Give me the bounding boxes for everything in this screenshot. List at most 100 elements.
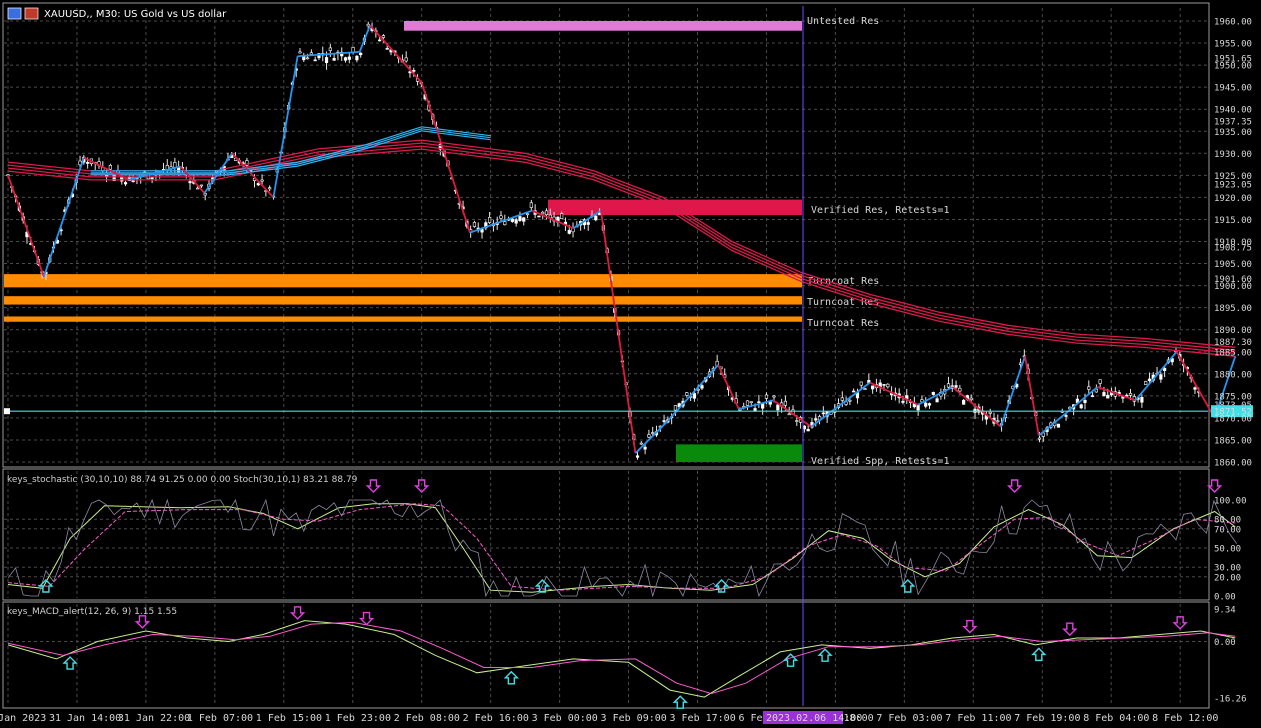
- candle-body: [635, 455, 640, 458]
- zigzag-segment: [717, 364, 740, 410]
- candle-body: [123, 182, 128, 185]
- stoch-title: keys_stochastic (30,10,10) 88.74 91.25 0…: [7, 475, 358, 485]
- price-tick-label: 1915.00: [1214, 216, 1252, 226]
- candle-body: [1102, 392, 1106, 397]
- candle-body: [764, 394, 769, 399]
- indicator-layer: [7, 479, 1238, 709]
- stoch-tick-label: 20.00: [1214, 573, 1241, 583]
- candle-body: [586, 222, 590, 225]
- chart-type-icon[interactable]: [7, 7, 22, 20]
- candle-body: [954, 385, 958, 388]
- zone-turncoat: [4, 316, 802, 322]
- candle-body: [924, 402, 928, 407]
- price-tick-label: 1950.00: [1214, 62, 1252, 72]
- zigzag-segment: [952, 386, 1002, 428]
- candle-body: [328, 47, 332, 51]
- zigzag-segment: [772, 399, 812, 428]
- candle-body: [962, 399, 966, 405]
- candle-body: [188, 181, 192, 184]
- zigzag-segment: [272, 56, 299, 198]
- main-panel-frame: [2, 2, 1210, 468]
- stoch-sell-arrow: [1206, 479, 1223, 493]
- candle-body: [882, 384, 886, 386]
- macd-buy-arrow: [62, 656, 78, 670]
- candle-body: [1087, 386, 1091, 390]
- candle-body: [1064, 415, 1068, 417]
- zone-label: Verified Spp, Retests=1: [811, 456, 949, 467]
- candle-body: [1128, 393, 1133, 396]
- candle-body: [1090, 395, 1095, 397]
- price-tick-label: 1945.00: [1214, 84, 1252, 94]
- candle-body: [673, 405, 678, 411]
- bars-icon[interactable]: [24, 7, 39, 20]
- candle-body: [313, 59, 317, 62]
- time-tick-label: 7 Feb 03:00: [876, 713, 942, 724]
- zigzag-segment: [1000, 355, 1026, 428]
- candle-body: [594, 215, 598, 221]
- candle-body: [347, 56, 351, 60]
- candle-body: [381, 35, 386, 38]
- stoch-tick-label: 100.00: [1214, 497, 1247, 507]
- candle-body: [821, 412, 825, 415]
- candle-body: [814, 418, 818, 421]
- candle-body: [795, 420, 799, 422]
- candle-body: [332, 58, 336, 61]
- time-tick-label: 2 Feb 16:00: [463, 713, 529, 724]
- macd-sell-arrow: [358, 611, 375, 626]
- time-tick-label: 31 Jan 2023: [0, 713, 46, 724]
- zigzag-segment: [369, 24, 423, 84]
- candle-body: [480, 229, 484, 233]
- candle-body: [1163, 367, 1167, 371]
- price-tick-label: 1905.00: [1214, 260, 1252, 270]
- candle-body: [385, 48, 389, 50]
- price-tick-label: 1908.75: [1214, 244, 1252, 254]
- candle-body: [173, 162, 177, 168]
- candle-body: [639, 442, 643, 445]
- zigzag-segment: [600, 210, 637, 454]
- candle-body: [404, 57, 408, 62]
- stoch-tick-label: 50.00: [1214, 545, 1241, 555]
- candle-body: [544, 210, 549, 216]
- candle-body: [1079, 404, 1083, 409]
- candle-body: [852, 390, 856, 393]
- time-tick-label: 7 Feb 11:00: [945, 713, 1011, 724]
- time-tick-label: 7 Feb 19:00: [1014, 713, 1080, 724]
- ma-line: [7, 145, 1236, 354]
- candle-body: [108, 165, 112, 170]
- candle-body: [1056, 423, 1061, 428]
- chart-title: XAUUSD,, M30: US Gold vs US dollar: [7, 7, 227, 20]
- cursor-time-label: 2023.02.06 14:00: [766, 713, 862, 724]
- price-tick-label: 1923.05: [1214, 180, 1252, 190]
- candle-body: [298, 51, 302, 54]
- chart-canvas[interactable]: Untested Res Verified Res, Retests=1 Turnc…: [0, 0, 1261, 728]
- candle-body: [871, 385, 875, 390]
- zigzag-segment: [665, 364, 719, 423]
- stoch-panel-frame: [2, 468, 1210, 601]
- price-line-handle: [4, 408, 10, 415]
- macd-buy-arrow: [503, 670, 520, 685]
- candle-body: [499, 215, 503, 219]
- axis-layer: 31 Jan 202331 Jan 14:0031 Jan 22:001 Feb…: [0, 18, 1253, 724]
- candle-body: [1037, 437, 1042, 440]
- candle-body: [343, 57, 348, 61]
- candle-body: [848, 399, 852, 402]
- price-tick-label: 1960.00: [1214, 18, 1252, 28]
- price-tick-label: 1870.00: [1214, 414, 1252, 424]
- macd-sell-arrow: [1062, 622, 1078, 637]
- zigzag-segment: [1134, 351, 1178, 401]
- time-tick-label: 1 Feb 15:00: [256, 713, 322, 724]
- symbol-title: XAUUSD,, M30: US Gold vs US dollar: [44, 9, 227, 20]
- lines-layer: [4, 6, 1237, 706]
- price-tick-label: 1865.00: [1214, 436, 1252, 446]
- candle-body: [969, 397, 973, 401]
- candle-body: [503, 221, 507, 226]
- price-tick-label: 1930.00: [1214, 150, 1252, 160]
- price-tick-label: 1885.00: [1214, 348, 1252, 358]
- candle-body: [1083, 399, 1087, 403]
- candle-body: [1098, 379, 1102, 384]
- candle-body: [86, 162, 90, 164]
- candle-body: [783, 400, 788, 406]
- candle-body: [749, 401, 753, 403]
- candle-body: [537, 215, 541, 218]
- candle-body: [946, 383, 951, 388]
